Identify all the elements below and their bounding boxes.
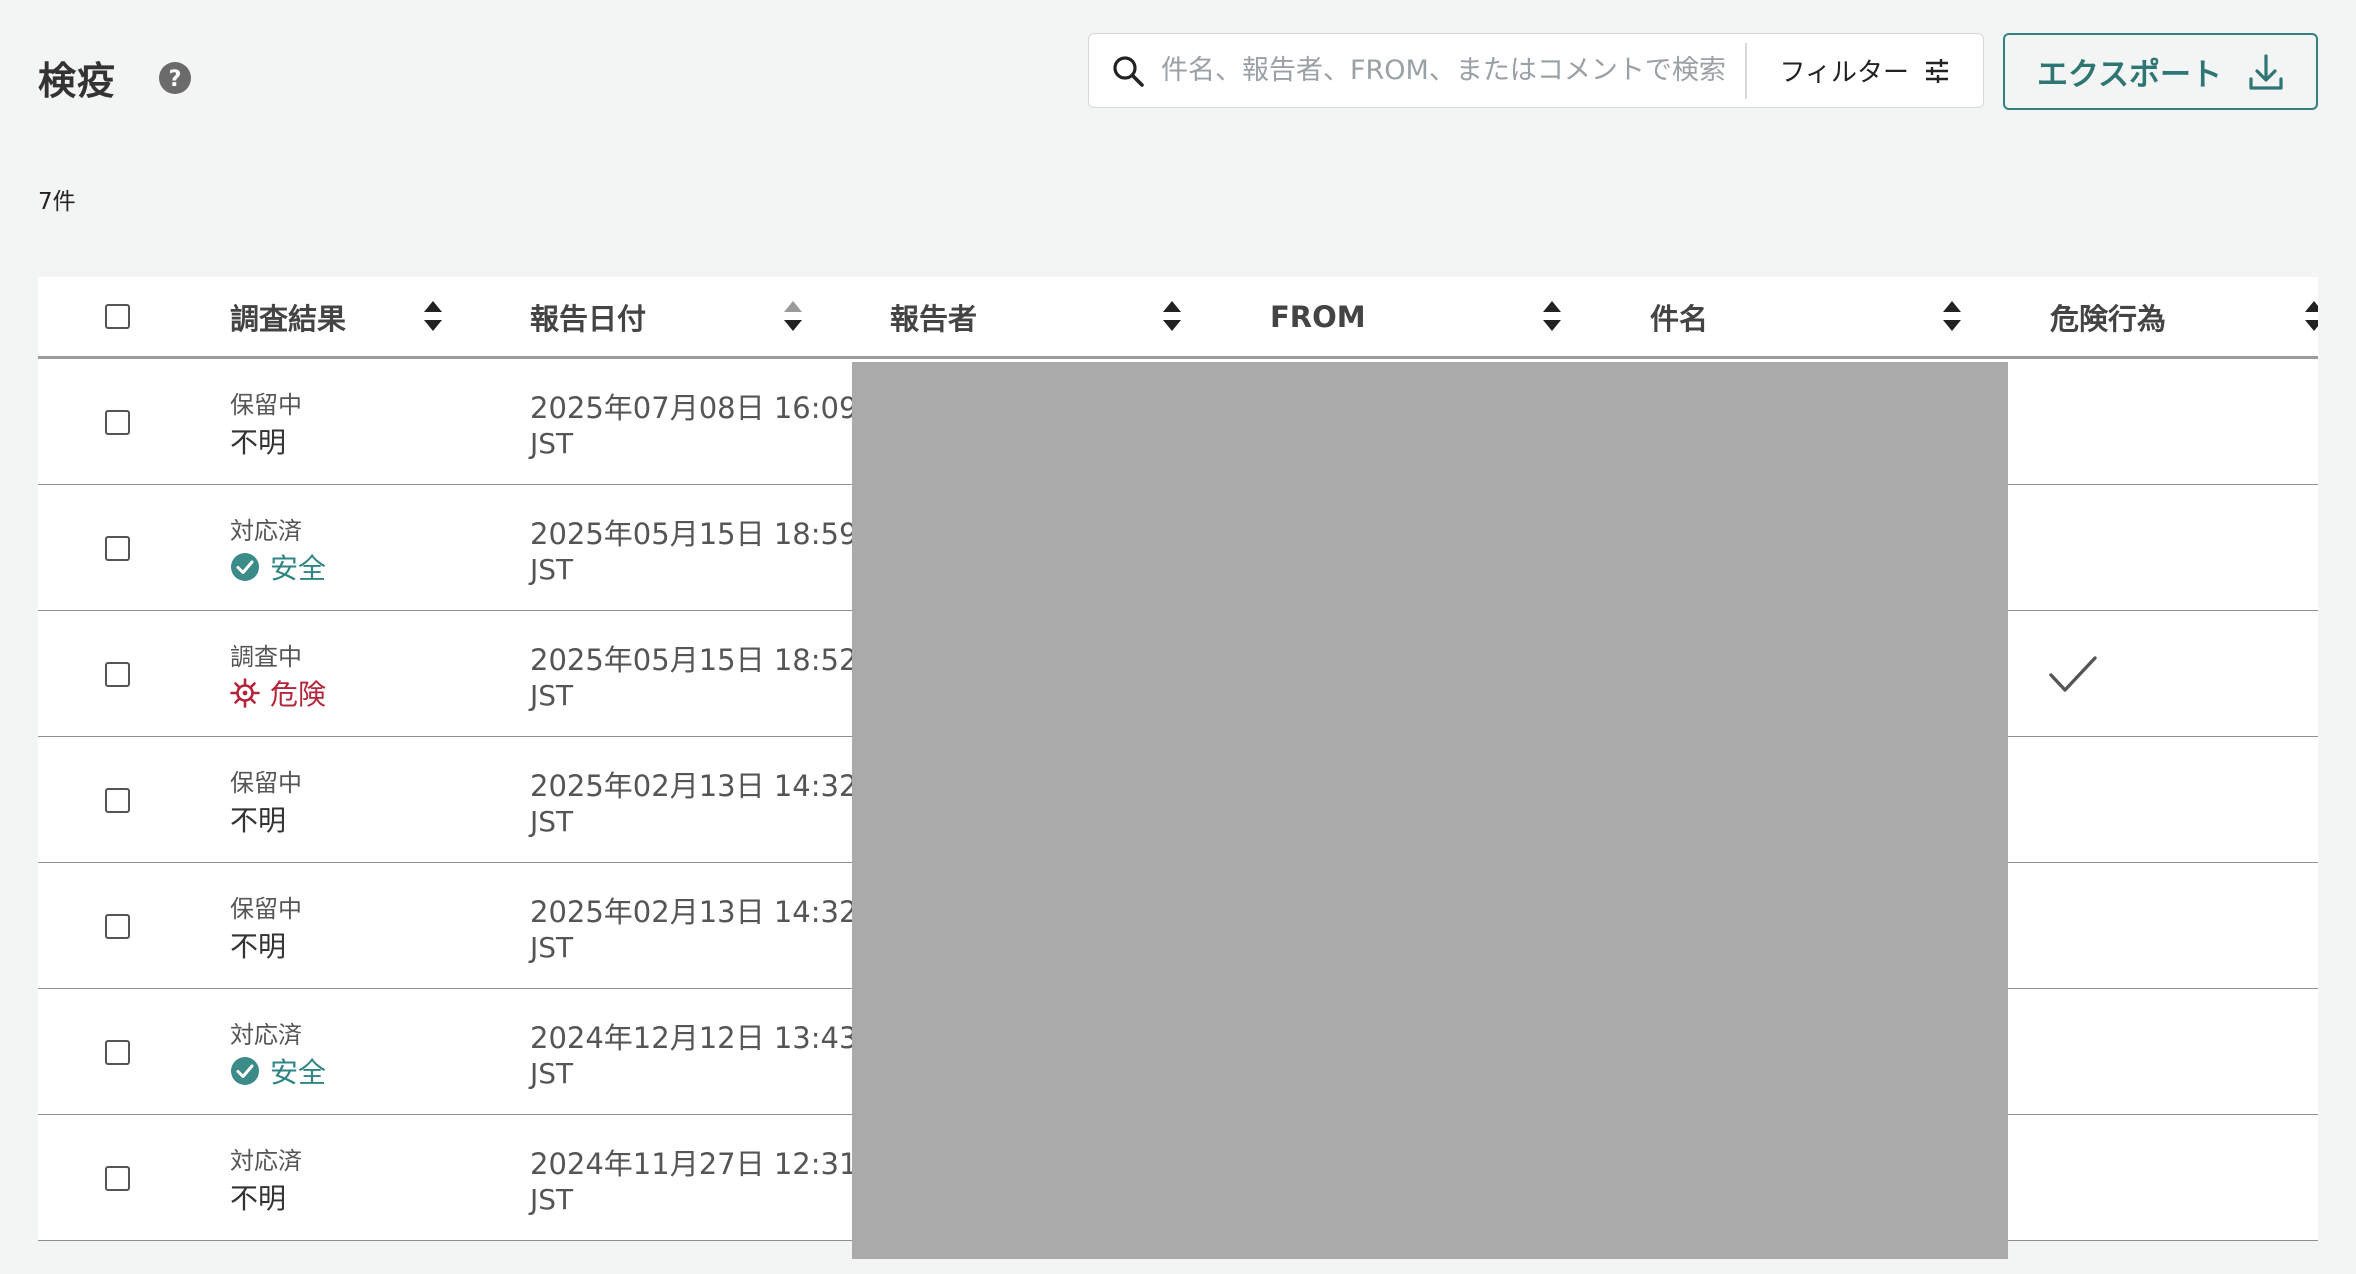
- search-icon: [1113, 55, 1144, 87]
- result-label: 不明: [230, 925, 286, 965]
- search-box: フィルター: [1088, 33, 1984, 108]
- sort-icon[interactable]: [2304, 299, 2318, 333]
- report-date: 2025年05月15日 18:59: [530, 517, 858, 551]
- report-timezone: JST: [530, 427, 574, 460]
- help-icon[interactable]: ?: [158, 61, 192, 95]
- result-label: 不明: [230, 1177, 286, 1217]
- status-label: 対応済: [230, 517, 302, 545]
- column-header-date[interactable]: 報告日付: [530, 277, 646, 356]
- table-header: 調査結果 報告日付 報告者 FROM 件名 危険行為: [38, 277, 2318, 359]
- result-text: 安全: [270, 1056, 327, 1089]
- report-date: 2025年02月13日 14:32: [530, 769, 858, 803]
- report-date: 2025年07月08日 16:09: [530, 391, 858, 425]
- page-header: 検疫 ?: [38, 50, 192, 105]
- column-header-label: 危険行為: [2050, 301, 2167, 336]
- report-date: 2025年05月15日 18:52: [530, 643, 858, 677]
- row-checkbox[interactable]: [105, 536, 130, 561]
- column-header-label: FROM: [1270, 299, 1366, 334]
- row-checkbox[interactable]: [105, 788, 130, 813]
- report-date: 2024年11月27日 12:31: [530, 1147, 858, 1181]
- redacted-block: [852, 362, 2008, 1259]
- status-label: 保留中: [230, 391, 302, 419]
- report-timezone: JST: [530, 679, 574, 712]
- column-header-subject[interactable]: 件名: [1650, 277, 1708, 356]
- result-text: 不明: [230, 1182, 287, 1215]
- check-circle-icon: [231, 1057, 259, 1085]
- search-input[interactable]: [1161, 55, 1746, 86]
- status-label: 対応済: [230, 1147, 302, 1175]
- result-text: 不明: [230, 930, 287, 963]
- column-header-from[interactable]: FROM: [1270, 277, 1366, 356]
- checkmark-icon: [2049, 656, 2097, 692]
- filter-button-label: フィルター: [1779, 58, 1909, 88]
- status-label: 保留中: [230, 895, 302, 923]
- report-timezone: JST: [530, 931, 574, 964]
- row-checkbox[interactable]: [105, 1040, 130, 1065]
- result-label: 安全: [230, 547, 326, 587]
- select-all-checkbox[interactable]: [105, 304, 130, 329]
- result-label: 不明: [230, 799, 286, 839]
- check-circle-icon: [231, 553, 259, 581]
- column-header-reporter[interactable]: 報告者: [890, 277, 977, 356]
- report-timezone: JST: [530, 1183, 574, 1216]
- column-header-label: 件名: [1650, 301, 1709, 336]
- result-label: 不明: [230, 421, 286, 461]
- report-timezone: JST: [530, 1057, 574, 1090]
- status-label: 対応済: [230, 1021, 302, 1049]
- sort-icon[interactable]: [1542, 299, 1562, 333]
- column-header-label: 報告者: [890, 301, 978, 336]
- column-header-label: 報告日付: [530, 301, 647, 336]
- result-text: 安全: [270, 552, 327, 585]
- result-label: 安全: [230, 1051, 326, 1091]
- export-button-label: エクスポート: [2036, 57, 2223, 93]
- sliders-icon: [1926, 58, 1948, 83]
- row-checkbox[interactable]: [105, 1166, 130, 1191]
- result-count: 7件: [38, 189, 76, 215]
- status-label: 調査中: [230, 643, 302, 671]
- sort-icon[interactable]: [423, 299, 443, 333]
- row-checkbox[interactable]: [105, 914, 130, 939]
- column-header-danger-action[interactable]: 危険行為: [2050, 277, 2166, 356]
- download-icon: [2249, 53, 2283, 90]
- report-date: 2024年12月12日 13:43: [530, 1021, 858, 1055]
- report-date: 2025年02月13日 14:32: [530, 895, 858, 929]
- sort-icon[interactable]: [1942, 299, 1962, 333]
- virus-icon: [230, 678, 260, 708]
- column-header-result[interactable]: 調査結果: [230, 277, 346, 356]
- row-checkbox[interactable]: [105, 410, 130, 435]
- quarantine-table: 調査結果 報告日付 報告者 FROM 件名 危険行為 保留中 不明 2025年0…: [38, 277, 2318, 1259]
- report-timezone: JST: [530, 805, 574, 838]
- result-text: 不明: [230, 804, 287, 837]
- report-timezone: JST: [530, 553, 574, 586]
- result-label: 危険: [230, 673, 326, 713]
- result-text: 不明: [230, 426, 287, 459]
- export-button[interactable]: エクスポート: [2003, 33, 2318, 110]
- row-checkbox[interactable]: [105, 662, 130, 687]
- sort-icon[interactable]: [1162, 299, 1182, 333]
- status-label: 保留中: [230, 769, 302, 797]
- svg-text:?: ?: [169, 67, 182, 92]
- filter-button[interactable]: フィルター: [1747, 34, 1983, 107]
- sort-icon[interactable]: [783, 299, 803, 333]
- result-text: 危険: [270, 678, 327, 711]
- page-title: 検疫: [38, 59, 117, 103]
- column-header-label: 調査結果: [230, 301, 347, 336]
